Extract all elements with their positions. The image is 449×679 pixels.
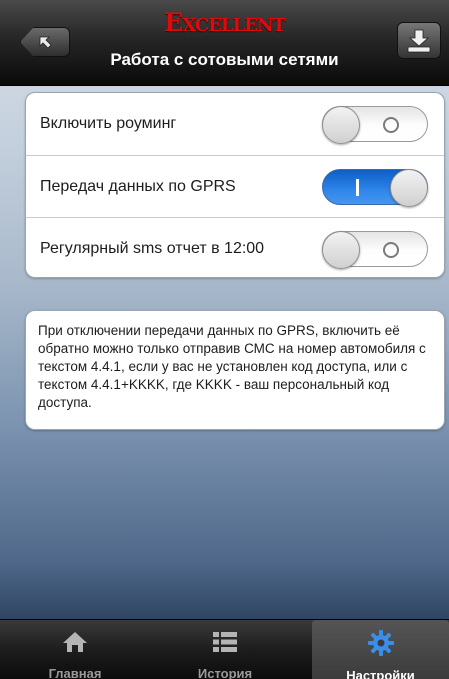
sms-report-label: Регулярный sms отчет в 12:00 xyxy=(40,239,265,257)
gprs-toggle[interactable] xyxy=(322,168,428,207)
info-text: При отключении передачи данных по GPRS, … xyxy=(38,323,426,410)
roaming-label: Включить роуминг xyxy=(40,115,177,132)
tab-home[interactable]: Главная xyxy=(0,620,150,679)
settings-screen: Excellent Работа с сотовыми сетями Включ… xyxy=(0,0,449,679)
download-button[interactable] xyxy=(397,22,441,59)
tab-history-label: История xyxy=(197,666,253,679)
tab-settings-label: Настройки xyxy=(346,668,415,679)
toggle-knob xyxy=(390,168,428,207)
tab-settings[interactable]: Настройки xyxy=(312,620,449,679)
toggle-off-mark xyxy=(383,241,399,258)
toggle-off-mark xyxy=(383,117,399,133)
list-icon xyxy=(213,632,237,652)
toggle-knob xyxy=(322,106,360,144)
header-bar: Excellent Работа с сотовыми сетями xyxy=(0,0,449,86)
toggle-on-mark xyxy=(356,178,359,196)
tab-home-label: Главная xyxy=(48,666,102,679)
gprs-row: Передач данных по GPRS xyxy=(26,155,444,217)
settings-group: Включить роуминг Передач данных по GPRS … xyxy=(25,92,445,278)
download-icon xyxy=(407,29,431,52)
tab-bar: Главная История Настройки xyxy=(0,619,449,679)
page-title: Работа с сотовыми сетями xyxy=(110,50,339,69)
brand-logo: Excellent xyxy=(164,8,286,37)
gear-icon xyxy=(367,630,394,656)
tab-history[interactable]: История xyxy=(150,620,300,679)
home-icon xyxy=(63,632,87,652)
info-box: При отключении передачи данных по GPRS, … xyxy=(25,310,445,430)
roaming-row: Включить роуминг xyxy=(26,93,444,155)
roaming-toggle[interactable] xyxy=(322,106,428,144)
sms-report-row: Регулярный sms отчет в 12:00 xyxy=(26,217,444,279)
toggle-knob xyxy=(322,230,360,269)
sms-report-toggle[interactable] xyxy=(322,230,428,269)
gprs-label: Передач данных по GPRS xyxy=(40,177,236,195)
